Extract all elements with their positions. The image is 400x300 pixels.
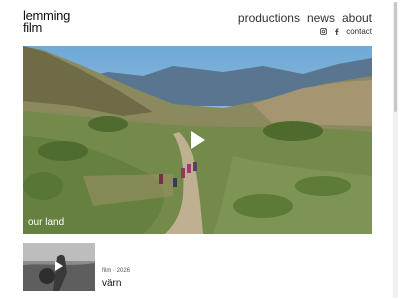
nav-about[interactable]: about (342, 11, 372, 25)
play-icon[interactable] (55, 261, 63, 271)
social-nav: contact (320, 27, 372, 36)
card-title[interactable]: värn (102, 278, 121, 289)
logo[interactable]: lemming film (23, 9, 70, 35)
nav-productions[interactable]: productions (238, 11, 300, 25)
contact-link[interactable]: contact (346, 27, 372, 36)
scrollbar-thumb[interactable] (394, 2, 397, 112)
instagram-icon[interactable] (320, 28, 328, 35)
logo-line-2: film (23, 20, 43, 35)
nav-news[interactable]: news (307, 11, 335, 25)
play-icon[interactable] (191, 131, 205, 149)
scrollbar[interactable] (393, 2, 398, 298)
card-thumbnail[interactable] (23, 243, 95, 291)
hero-video[interactable]: our land (23, 46, 372, 234)
card-meta: film · 2026 (102, 268, 131, 274)
hero-caption[interactable]: our land (28, 217, 64, 228)
main-nav: productions news about (238, 11, 372, 25)
facebook-icon[interactable] (333, 28, 340, 35)
